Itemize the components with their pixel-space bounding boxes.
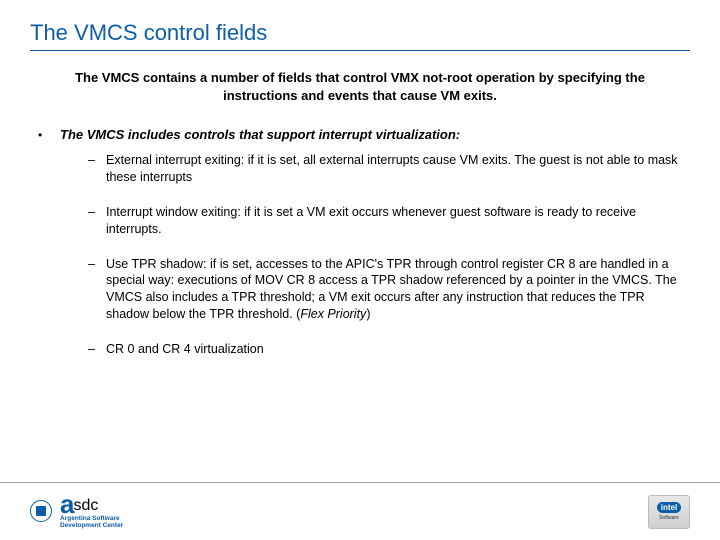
bullet-marker: • bbox=[38, 126, 60, 144]
intel-badge: intel bbox=[657, 502, 681, 513]
slide-subtitle: The VMCS contains a number of fields tha… bbox=[60, 69, 660, 104]
slide-title: The VMCS control fields bbox=[30, 20, 690, 46]
sub-bullet-text: Interrupt window exiting: if it is set a… bbox=[106, 204, 690, 238]
asdc-text: asdc Argentina Software Development Cent… bbox=[60, 494, 123, 529]
sub-bullet-item: – Interrupt window exiting: if it is set… bbox=[88, 204, 690, 238]
asdc-logo: asdc Argentina Software Development Cent… bbox=[30, 494, 123, 529]
dash-icon: – bbox=[88, 204, 106, 221]
sub-bullet-list: – External interrupt exiting: if it is s… bbox=[38, 152, 690, 358]
sub-bullet-text: External interrupt exiting: if it is set… bbox=[106, 152, 690, 186]
bullet-text: The VMCS includes controls that support … bbox=[60, 126, 460, 144]
intel-software-label: Software bbox=[659, 515, 679, 521]
dash-icon: – bbox=[88, 152, 106, 169]
sub-bullet-item: – CR 0 and CR 4 virtualization bbox=[88, 341, 690, 358]
close-paren: ) bbox=[366, 307, 370, 321]
flex-priority-label: Flex Priority bbox=[300, 307, 366, 321]
content-area: • The VMCS includes controls that suppor… bbox=[30, 126, 690, 480]
sub-bullet-item: – External interrupt exiting: if it is s… bbox=[88, 152, 690, 186]
intel-logo: intel Software bbox=[648, 495, 690, 529]
dash-icon: – bbox=[88, 256, 106, 273]
sub-bullet-text: CR 0 and CR 4 virtualization bbox=[106, 341, 690, 358]
dash-icon: – bbox=[88, 341, 106, 358]
bullet-level-1: • The VMCS includes controls that suppor… bbox=[38, 126, 690, 144]
slide-footer: asdc Argentina Software Development Cent… bbox=[0, 482, 720, 540]
asdc-subtitle-2: Development Center bbox=[60, 522, 123, 529]
sub-bullet-text-main: Use TPR shadow: if is set, accesses to t… bbox=[106, 257, 677, 322]
slide: The VMCS control fields The VMCS contain… bbox=[0, 0, 720, 540]
asdc-subtitle-1: Argentina Software bbox=[60, 515, 123, 522]
sub-bullet-item: – Use TPR shadow: if is set, accesses to… bbox=[88, 256, 690, 324]
sub-bullet-text: Use TPR shadow: if is set, accesses to t… bbox=[106, 256, 690, 324]
title-underline bbox=[30, 50, 690, 51]
chip-icon bbox=[30, 500, 52, 522]
